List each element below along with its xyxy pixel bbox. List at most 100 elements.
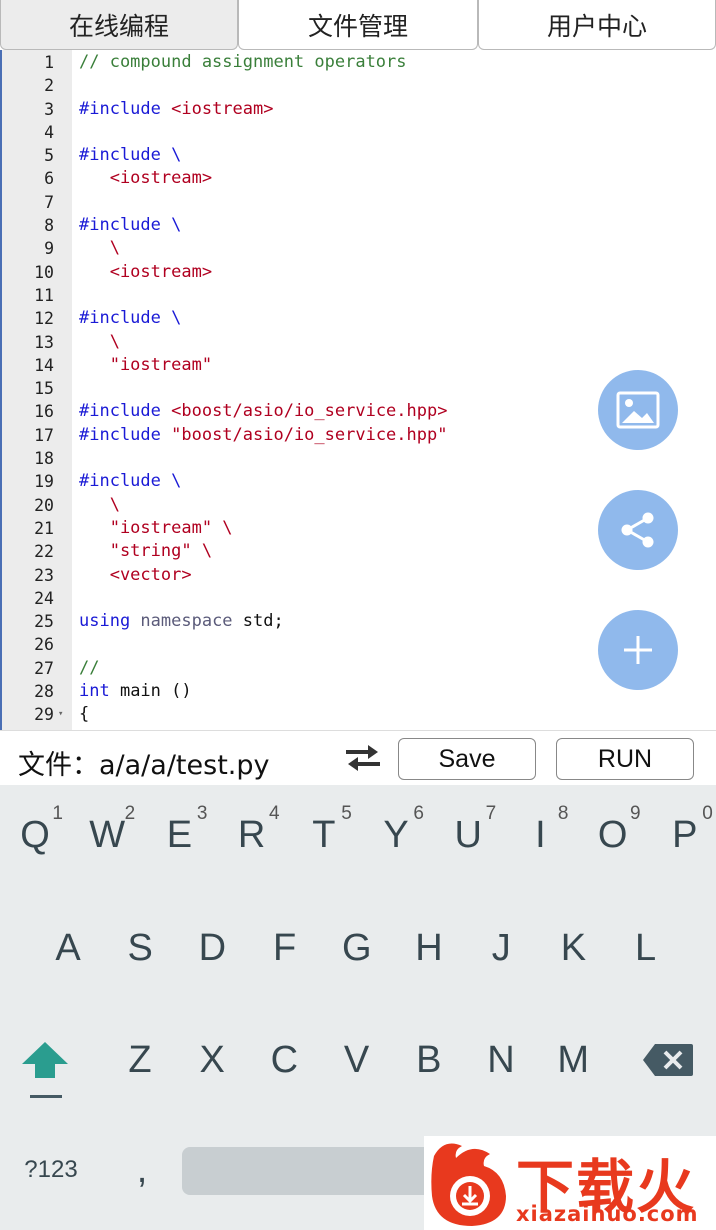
line-number: 29 <box>34 705 54 725</box>
line-number: 15 <box>34 379 54 399</box>
backspace-key[interactable] <box>636 1020 700 1100</box>
key-d[interactable]: D <box>180 908 244 988</box>
add-file-button[interactable] <box>598 610 678 690</box>
key-label: W <box>89 813 126 856</box>
tab-user-center[interactable]: 用户中心 <box>478 0 716 50</box>
key-label: U <box>454 813 482 856</box>
line-number: 13 <box>34 332 54 352</box>
key-p[interactable]: P0 <box>653 795 716 875</box>
key-r[interactable]: R4 <box>220 795 284 875</box>
key-n[interactable]: N <box>469 1020 533 1100</box>
code-token: #include <box>79 98 172 119</box>
line-number: 4 <box>44 122 54 142</box>
key-c[interactable]: C <box>252 1020 316 1100</box>
code-text: #include \ <box>79 144 181 167</box>
key-y[interactable]: Y6 <box>364 795 428 875</box>
code-token: <vector> <box>79 564 192 585</box>
key-o[interactable]: O9 <box>581 795 645 875</box>
key-x[interactable]: X <box>180 1020 244 1100</box>
top-tab-bar: 在线编程 文件管理 用户中心 <box>0 0 716 50</box>
code-token: <iostream> <box>171 98 274 119</box>
code-text: "string" \ <box>79 540 212 563</box>
key-k[interactable]: K <box>541 908 605 988</box>
line-number: 27 <box>34 658 54 678</box>
code-token: "iostream" \ <box>79 517 233 538</box>
backspace-icon <box>643 1044 693 1076</box>
line-number: 6 <box>44 169 54 189</box>
key-label: Y <box>383 813 409 856</box>
code-token: #include \ <box>79 308 182 329</box>
key-t[interactable]: T5 <box>292 795 356 875</box>
tab-file-management[interactable]: 文件管理 <box>238 0 478 50</box>
shift-key[interactable] <box>13 1020 77 1100</box>
line-number: 2 <box>44 76 54 96</box>
code-token: "string" \ <box>79 541 213 562</box>
key-g[interactable]: G <box>325 908 389 988</box>
code-text: "iostream" <box>79 354 212 377</box>
key-z[interactable]: Z <box>108 1020 172 1100</box>
key-u[interactable]: U7 <box>436 795 500 875</box>
line-number: 8 <box>44 216 54 236</box>
key-m[interactable]: M <box>541 1020 605 1100</box>
code-text: "iostream" \ <box>79 517 233 540</box>
line-number: 16 <box>34 402 54 422</box>
watermark-logo: 下载火 xiazaihuo.com <box>424 1136 716 1230</box>
key-l[interactable]: L <box>614 908 678 988</box>
key-v[interactable]: V <box>325 1020 389 1100</box>
key-f[interactable]: F <box>253 908 317 988</box>
line-number: 3 <box>44 99 54 119</box>
line-number: 12 <box>34 309 54 329</box>
code-text: <vector> <box>79 564 192 587</box>
code-token: { <box>79 704 90 725</box>
key-e[interactable]: E3 <box>147 795 211 875</box>
key-h[interactable]: H <box>397 908 461 988</box>
symbols-key[interactable]: ?123 <box>16 1130 86 1210</box>
code-token: // compound assignment operators <box>79 52 407 72</box>
run-button[interactable]: RUN <box>556 738 694 780</box>
code-token: #include \ <box>79 145 182 166</box>
key-i[interactable]: I8 <box>508 795 572 875</box>
code-text: \ <box>79 237 120 260</box>
code-token: #include <box>79 401 172 422</box>
key-a[interactable]: A <box>36 908 100 988</box>
line-number: 28 <box>34 682 54 702</box>
code-token: "iostream" <box>79 354 213 375</box>
code-token: \ <box>79 494 120 515</box>
code-text: \ <box>79 494 120 517</box>
share-button[interactable] <box>598 490 678 570</box>
tab-online-coding[interactable]: 在线编程 <box>0 0 238 50</box>
image-icon <box>616 391 660 429</box>
key-label: E <box>166 813 193 856</box>
code-text: int main () <box>79 680 192 703</box>
code-text: #include \ <box>79 470 181 493</box>
key-label: T <box>312 813 336 856</box>
code-token: std; <box>242 611 284 632</box>
insert-image-button[interactable] <box>598 370 678 450</box>
swap-arrows-icon[interactable] <box>344 743 382 777</box>
key-q[interactable]: Q1 <box>3 795 67 875</box>
code-token: #include \ <box>79 471 182 492</box>
shift-arrow-icon <box>22 1042 68 1078</box>
line-number: 23 <box>34 565 54 585</box>
key-hint: 2 <box>124 803 136 824</box>
code-token: #include <box>79 424 172 445</box>
save-button[interactable]: Save <box>398 738 536 780</box>
code-text: <iostream> <box>79 167 212 190</box>
line-number: 24 <box>34 588 54 608</box>
key-j[interactable]: J <box>469 908 533 988</box>
comma-key[interactable]: , <box>110 1130 174 1210</box>
code-token: "boost/asio/io_service.hpp" <box>171 424 448 445</box>
code-text: // compound assignment operators <box>79 51 407 74</box>
line-number: 1 <box>44 53 54 72</box>
key-w[interactable]: W2 <box>75 795 139 875</box>
code-token: <iostream> <box>79 168 213 189</box>
code-text: using namespace std; <box>79 610 284 633</box>
code-token: <boost/asio/io_service.hpp> <box>171 401 448 422</box>
code-text: #include <iostream> <box>79 98 273 121</box>
line-number: 17 <box>34 425 54 445</box>
code-token: \ <box>79 238 120 259</box>
key-b[interactable]: B <box>397 1020 461 1100</box>
key-s[interactable]: S <box>108 908 172 988</box>
key-label: I <box>535 813 546 856</box>
fold-arrow-icon[interactable]: ▾ <box>58 703 63 726</box>
